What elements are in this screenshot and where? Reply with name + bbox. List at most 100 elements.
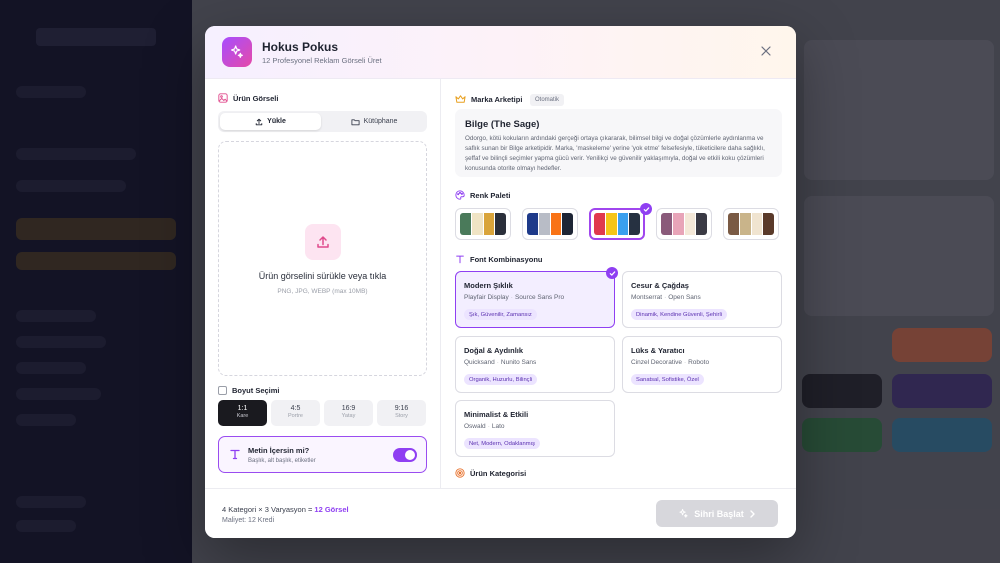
- size-option-ratio: 1:1: [237, 405, 248, 412]
- size-selection-checkbox[interactable]: [218, 386, 227, 395]
- palette-swatch: [684, 213, 696, 235]
- generation-total: 12 Görsel: [314, 505, 349, 514]
- archetype-name: Bilge (The Sage): [465, 119, 540, 130]
- text-icon: [456, 255, 464, 264]
- folder-icon: [351, 118, 360, 125]
- column-divider: [440, 79, 441, 488]
- generation-formula: 4 Kategori × 3 Varyasyon =: [222, 505, 315, 514]
- include-text-toggle[interactable]: [393, 448, 417, 462]
- palette-option-1[interactable]: [455, 208, 511, 240]
- size-option-4-5[interactable]: 4:5 Portre: [271, 400, 320, 426]
- start-magic-button[interactable]: Sihri Başlat: [656, 500, 778, 527]
- palette-option-4[interactable]: [656, 208, 712, 240]
- palette-selected-check: [640, 203, 652, 215]
- size-option-name: Yatay: [341, 413, 356, 419]
- image-dropzone[interactable]: Ürün görselini sürükle veya tıkla PNG, J…: [218, 141, 427, 376]
- tab-upload-label: Yükle: [267, 118, 286, 125]
- color-palette-heading: Renk Paleti: [455, 190, 510, 200]
- size-option-name: Portre: [288, 413, 303, 419]
- archetype-card: Bilge (The Sage) Odorgo, kötü kokuların …: [455, 109, 782, 177]
- font-option-tags: Organik, Huzurlu, Bilinçli: [464, 374, 538, 385]
- palette-swatch: [739, 213, 751, 235]
- font-option-minimalist-etkili[interactable]: Minimalist & Etkili Oswald · Lato Net, Mod…: [455, 400, 615, 457]
- font-combination-heading-label: Font Kombinasyonu: [470, 254, 543, 264]
- modal-subtitle: 12 Profesyonel Reklam Görseli Üret: [262, 56, 382, 65]
- palette-swatch: [728, 213, 739, 235]
- include-text-card[interactable]: Metin İçersin mi? Başlık, alt başlık, et…: [218, 436, 427, 473]
- font-option-fonts: Oswald · Lato: [464, 423, 505, 430]
- size-option-ratio: 9:16: [394, 405, 409, 412]
- palette-swatch: [527, 213, 538, 235]
- text-icon: [230, 449, 240, 460]
- palette-swatch: [605, 213, 617, 235]
- chevron-right-icon: [750, 509, 755, 518]
- font-option-tags: Net, Modern, Odaklanmış: [464, 438, 541, 449]
- font-option-luks-yaratici[interactable]: Lüks & Yaratıcı Cinzel Decorative · Roboto…: [622, 336, 782, 393]
- palette-swatch: [672, 213, 684, 235]
- modal-footer: 4 Kategori × 3 Varyasyon = 12 Görsel Mal…: [205, 488, 796, 538]
- font-option-tags: Sanatsal, Sofistike, Özel: [631, 374, 704, 385]
- font-option-modern-siklik[interactable]: Modern Şıklık Playfair Display · Source Sa…: [455, 271, 615, 328]
- include-text-subtitle: Başlık, alt başlık, etiketler: [248, 458, 316, 464]
- auto-badge: Otomatik: [530, 94, 565, 106]
- font-option-cesur-cagdas[interactable]: Cesur & Çağdaş Montserrat · Open Sans Dina…: [622, 271, 782, 328]
- font-option-name: Lüks & Yaratıcı: [631, 346, 685, 355]
- hokus-pokus-modal: Hokus Pokus 12 Profesyonel Reklam Görsel…: [205, 26, 796, 538]
- palette-swatch: [751, 213, 763, 235]
- font-secondary: Open Sans: [668, 294, 701, 301]
- tab-library[interactable]: Kütüphane: [323, 113, 425, 130]
- size-option-name: Kare: [236, 413, 249, 419]
- palette-swatch: [594, 213, 605, 235]
- size-option-name: Story: [395, 413, 408, 419]
- sparkles-icon: [222, 37, 252, 67]
- target-icon: [455, 468, 465, 478]
- upload-icon: [305, 224, 341, 260]
- dropzone-hint: PNG, JPG, WEBP (max 10MB): [277, 288, 368, 295]
- dropzone-title: Ürün görselini sürükle veya tıkla: [258, 271, 387, 281]
- font-option-name: Modern Şıklık: [464, 281, 513, 290]
- include-text-title: Metin İçersin mi?: [248, 446, 310, 455]
- color-palette-heading-label: Renk Paleti: [470, 190, 511, 200]
- palette-swatch: [471, 213, 483, 235]
- generation-summary: 4 Kategori × 3 Varyasyon = 12 Görsel: [222, 505, 349, 514]
- font-primary: Montserrat: [631, 294, 663, 301]
- size-option-16-9[interactable]: 16:9 Yatay: [324, 400, 373, 426]
- size-option-1-1[interactable]: 1:1 Kare: [218, 400, 267, 426]
- check-icon: [643, 206, 649, 212]
- upload-icon: [255, 118, 263, 125]
- palette-swatch: [617, 213, 629, 235]
- font-primary: Cinzel Decorative: [631, 359, 682, 366]
- product-category-heading-label: Ürün Kategorisi: [470, 468, 527, 478]
- font-option-tags: Dinamik, Kendine Güvenli, Şehirli: [631, 309, 728, 320]
- palette-swatch: [483, 213, 495, 235]
- size-option-9-16[interactable]: 9:16 Story: [377, 400, 426, 426]
- font-option-name: Cesur & Çağdaş: [631, 281, 689, 290]
- product-image-heading: Ürün Görseli: [218, 93, 278, 103]
- crown-icon: [455, 95, 466, 103]
- palette-swatch: [460, 213, 471, 235]
- palette-option-3[interactable]: [589, 208, 645, 240]
- close-button[interactable]: [758, 43, 774, 59]
- font-selected-check: [606, 267, 618, 279]
- tab-upload[interactable]: Yükle: [220, 113, 321, 130]
- font-primary: Oswald: [464, 423, 486, 430]
- font-secondary: Roboto: [688, 359, 710, 366]
- upload-source-tabs: Yükle Kütüphane: [218, 111, 427, 132]
- font-primary: Playfair Display: [464, 294, 509, 301]
- palette-swatch: [763, 213, 774, 235]
- font-option-fonts: Cinzel Decorative · Roboto: [631, 359, 710, 366]
- palette-icon: [455, 190, 465, 200]
- modal-title: Hokus Pokus: [262, 40, 339, 54]
- font-option-dogal-aydinlik[interactable]: Doğal & Aydınlık Quicksand · Nunito Sans O…: [455, 336, 615, 393]
- font-option-fonts: Montserrat · Open Sans: [631, 294, 701, 301]
- font-secondary: Lato: [491, 423, 505, 430]
- palette-option-2[interactable]: [522, 208, 578, 240]
- palette-swatch: [495, 213, 506, 235]
- size-option-ratio: 16:9: [341, 405, 356, 412]
- size-option-ratio: 4:5: [290, 405, 301, 412]
- palette-option-5[interactable]: [723, 208, 779, 240]
- product-category-heading: Ürün Kategorisi: [455, 468, 526, 478]
- font-secondary: Nunito Sans: [500, 359, 537, 366]
- brand-archetype-heading: Marka Arketipi: [455, 94, 522, 104]
- check-icon: [609, 270, 615, 276]
